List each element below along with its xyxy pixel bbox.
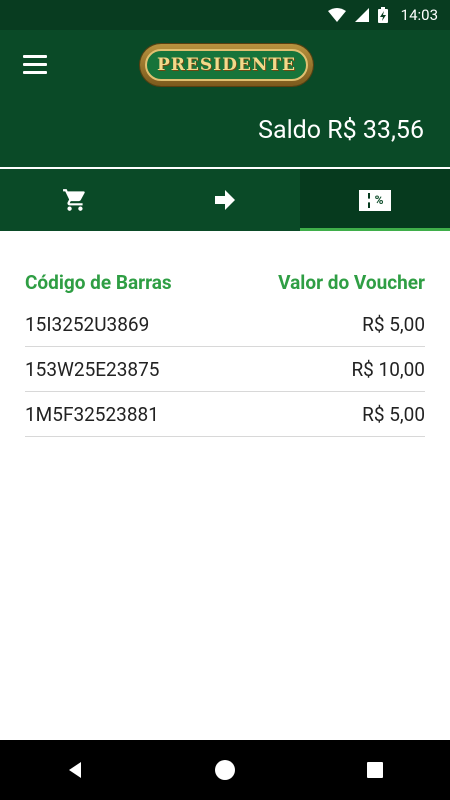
balance-label: Saldo R$ 33,56 bbox=[258, 116, 424, 145]
tab-transfer[interactable] bbox=[150, 169, 300, 231]
menu-icon[interactable] bbox=[23, 55, 48, 75]
voucher-value: R$ 5,00 bbox=[362, 402, 425, 426]
voucher-code: 15I3252U3869 bbox=[25, 312, 150, 336]
header-value: Valor do Voucher bbox=[278, 270, 425, 294]
tab-bar: % bbox=[0, 169, 450, 231]
voucher-code: 1M5F32523881 bbox=[25, 402, 159, 426]
home-icon[interactable] bbox=[205, 750, 245, 790]
voucher-value: R$ 10,00 bbox=[351, 357, 425, 381]
status-time: 14:03 bbox=[400, 6, 438, 24]
system-nav-bar bbox=[0, 740, 450, 800]
recents-icon[interactable] bbox=[355, 750, 395, 790]
wifi-icon bbox=[327, 8, 346, 22]
battery-charging-icon bbox=[377, 7, 388, 23]
voucher-value: R$ 5,00 bbox=[362, 312, 425, 336]
cellular-signal-icon bbox=[354, 8, 369, 22]
voucher-table: Código de Barras Valor do Voucher 15I325… bbox=[25, 262, 425, 437]
table-row[interactable]: 15I3252U3869 R$ 5,00 bbox=[25, 302, 425, 347]
app-bar: PRESIDENTE Saldo R$ 33,56 bbox=[0, 30, 450, 167]
voucher-percent-icon: % bbox=[359, 189, 391, 211]
table-row[interactable]: 1M5F32523881 R$ 5,00 bbox=[25, 392, 425, 437]
presidente-logo: PRESIDENTE bbox=[140, 44, 313, 86]
table-header: Código de Barras Valor do Voucher bbox=[25, 262, 425, 302]
logo-text: PRESIDENTE bbox=[157, 55, 296, 75]
table-row[interactable]: 153W25E23875 R$ 10,00 bbox=[25, 347, 425, 392]
arrow-right-icon bbox=[215, 190, 235, 210]
tab-vouchers[interactable]: % bbox=[300, 169, 450, 231]
cart-icon bbox=[63, 189, 85, 211]
voucher-code: 153W25E23875 bbox=[25, 357, 160, 381]
status-bar: 14:03 bbox=[0, 0, 450, 30]
header-code: Código de Barras bbox=[25, 270, 172, 294]
tab-cart[interactable] bbox=[0, 169, 150, 231]
back-icon[interactable] bbox=[55, 750, 95, 790]
